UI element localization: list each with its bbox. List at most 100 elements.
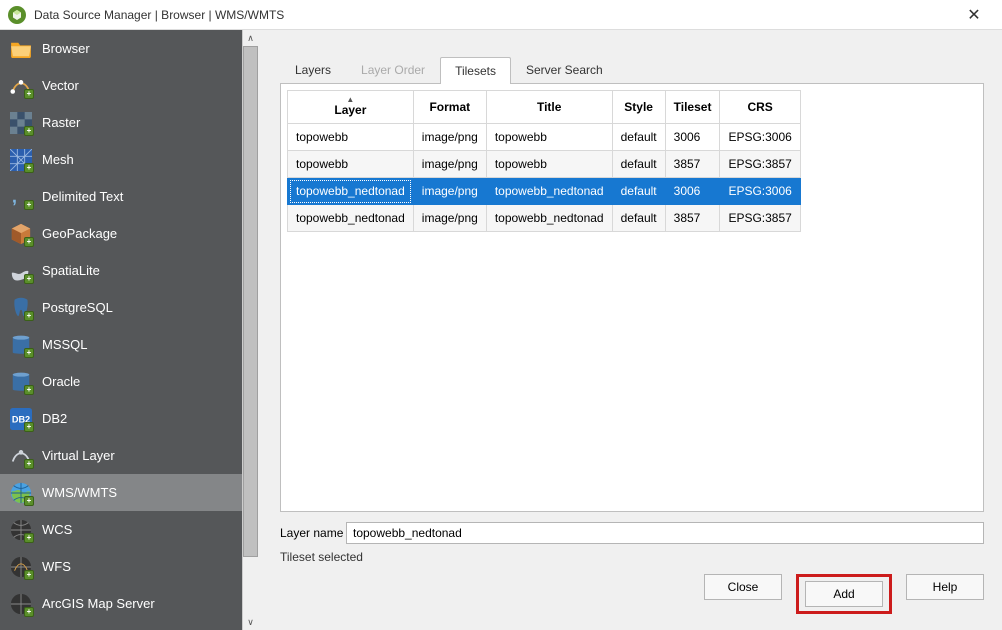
window-title: Data Source Manager | Browser | WMS/WMTS [34,8,954,22]
sidebar-item-label: DB2 [42,411,67,426]
table-cell: default [612,124,665,151]
app-icon [8,6,26,24]
scroll-down-icon[interactable]: ∨ [243,614,258,630]
sort-asc-icon: ▲ [296,97,405,103]
sidebar-item-label: MSSQL [42,337,88,352]
mesh-icon: + [10,149,32,171]
column-header-title[interactable]: Title [486,91,612,124]
geopackage-icon: + [10,223,32,245]
table-cell: topowebb [486,151,612,178]
scrollbar-thumb[interactable] [243,46,258,557]
layer-name-label: Layer name [280,526,346,540]
sidebar-item-label: Delimited Text [42,189,123,204]
table-row[interactable]: topowebb_nedtonadimage/pngtopowebb_nedto… [288,178,801,205]
sidebar-item-label: Vector [42,78,79,93]
sidebar-item-virtual-layer[interactable]: + Virtual Layer [0,437,242,474]
sidebar-item-mesh[interactable]: + Mesh [0,141,242,178]
column-header-crs[interactable]: CRS [720,91,800,124]
help-button[interactable]: Help [906,574,984,600]
close-icon[interactable]: ✕ [954,1,994,29]
table-cell: topowebb [288,124,414,151]
table-row[interactable]: topowebbimage/pngtopowebbdefault3857EPSG… [288,151,801,178]
dialog-buttons: Close Add Help [258,574,984,614]
wcs-icon: + [10,519,32,541]
table-row[interactable]: topowebbimage/pngtopowebbdefault3006EPSG… [288,124,801,151]
sidebar-item-delimited-text[interactable]: ,+ Delimited Text [0,178,242,215]
sidebar-item-label: Mesh [42,152,74,167]
tab-layer-order: Layer Order [346,56,440,83]
sidebar-item-oracle[interactable]: + Oracle [0,363,242,400]
table-cell: EPSG:3857 [720,205,800,232]
column-header-format[interactable]: Format [413,91,486,124]
sidebar-item-postgresql[interactable]: +PostgreSQL [0,289,242,326]
sidebar-item-wcs[interactable]: + WCS [0,511,242,548]
table-cell: default [612,205,665,232]
table-cell: topowebb_nedtonad [486,178,612,205]
sidebar-item-db2[interactable]: DB2+ DB2 [0,400,242,437]
table-cell: topowebb_nedtonad [486,205,612,232]
spatialite-icon: + [10,260,32,282]
close-button[interactable]: Close [704,574,782,600]
layer-name-input[interactable] [346,522,984,544]
sidebar-item-label: SpatiaLite [42,263,100,278]
sidebar-scrollbar[interactable]: ∧ ∨ [242,30,258,630]
tileset-table: ▲LayerFormatTitleStyleTilesetCRS topoweb… [287,90,801,232]
tilesets-panel: ▲LayerFormatTitleStyleTilesetCRS topoweb… [280,83,984,512]
folder-icon [10,38,32,60]
column-header-layer[interactable]: ▲Layer [288,91,414,124]
table-cell: EPSG:3006 [720,124,800,151]
table-cell: 3857 [665,205,720,232]
add-button-highlight: Add [796,574,892,614]
virtual-icon: + [10,445,32,467]
table-cell: image/png [413,124,486,151]
main-panel: LayersLayer OrderTilesetsServer Search ▲… [258,30,1002,630]
sidebar-item-mssql[interactable]: + MSSQL [0,326,242,363]
arcgis-icon: + [10,593,32,615]
titlebar: Data Source Manager | Browser | WMS/WMTS… [0,0,1002,30]
table-cell: 3857 [665,151,720,178]
sidebar-item-label: Raster [42,115,80,130]
sidebar-item-label: WCS [42,522,72,537]
table-cell: image/png [413,178,486,205]
sidebar-item-arcgis-map-server[interactable]: + ArcGIS Map Server [0,585,242,622]
scroll-up-icon[interactable]: ∧ [243,30,258,46]
db2-icon: DB2+ [10,408,32,430]
table-cell: topowebb [486,124,612,151]
sidebar-item-vector[interactable]: + Vector [0,67,242,104]
sidebar-item-label: WFS [42,559,71,574]
layer-name-row: Layer name [280,522,984,544]
sidebar-item-spatialite[interactable]: + SpatiaLite [0,252,242,289]
add-button[interactable]: Add [805,581,883,607]
sidebar-item-browser[interactable]: Browser [0,30,242,67]
mssql-icon: + [10,334,32,356]
sidebar-item-wms-wmts[interactable]: +WMS/WMTS [0,474,242,511]
comma-icon: ,+ [10,186,32,208]
tab-tilesets[interactable]: Tilesets [440,57,511,84]
tabs-row: LayersLayer OrderTilesetsServer Search [280,56,994,83]
vector-icon: + [10,75,32,97]
table-cell: topowebb_nedtonad [288,205,414,232]
sidebar-item-geopackage[interactable]: +GeoPackage [0,215,242,252]
tab-layers[interactable]: Layers [280,56,346,83]
table-cell: image/png [413,151,486,178]
tab-server-search[interactable]: Server Search [511,56,618,83]
oracle-icon: + [10,371,32,393]
table-cell: image/png [413,205,486,232]
sidebar-item-wfs[interactable]: +WFS [0,548,242,585]
table-cell: default [612,178,665,205]
svg-text:,: , [12,186,17,207]
table-cell: 3006 [665,124,720,151]
column-header-style[interactable]: Style [612,91,665,124]
table-cell: default [612,151,665,178]
sidebar: Browser+Vector+Raster+Mesh,+Delimited Te… [0,30,258,630]
sidebar-item-label: Virtual Layer [42,448,115,463]
status-text: Tileset selected [280,550,984,564]
sidebar-item-label: ArcGIS Map Server [42,596,155,611]
table-cell: EPSG:3857 [720,151,800,178]
sidebar-item-label: Oracle [42,374,80,389]
table-row[interactable]: topowebb_nedtonadimage/pngtopowebb_nedto… [288,205,801,232]
column-header-tileset[interactable]: Tileset [665,91,720,124]
table-cell: topowebb [288,151,414,178]
sidebar-item-raster[interactable]: +Raster [0,104,242,141]
table-cell: EPSG:3006 [720,178,800,205]
